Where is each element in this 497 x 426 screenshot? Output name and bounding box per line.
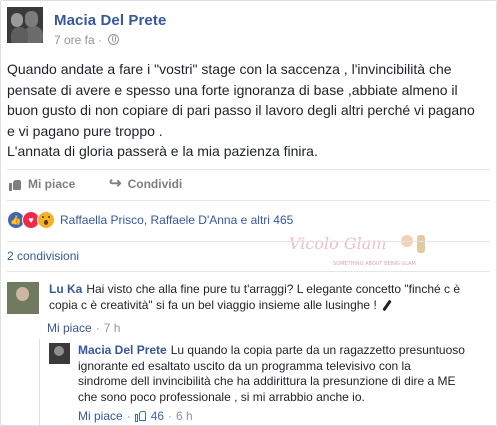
- watermark-text: Vicolo Glam: [289, 234, 386, 253]
- like-button-label: Mi piace: [28, 177, 76, 191]
- commenter-avatar[interactable]: [7, 282, 39, 314]
- reply-text: Lu quando la copia parte da un ragazzett…: [170, 343, 465, 357]
- reply-meta: Mi piace · 46 · 6 h: [78, 409, 193, 423]
- thumbs-up-icon: [9, 178, 22, 191]
- reply-body: Macia Del Prete Lu quando la copia parte …: [78, 343, 493, 405]
- meta-separator: ·: [98, 33, 103, 47]
- comment-text: Hai visto che alla fine pure tu t'arragg…: [86, 282, 461, 296]
- comment-meta: Mi piace · 7 h: [47, 321, 120, 335]
- comment-author[interactable]: Lu Ka: [49, 282, 82, 296]
- reply-text: ignorante ed esaltato uscito da un progr…: [78, 358, 411, 373]
- post-text-line: buon gusto di non copiare di pari passo …: [7, 102, 475, 119]
- like-button[interactable]: Mi piace: [9, 177, 75, 191]
- comment-text: copia c è creatività" si fa un bel viagg…: [49, 297, 377, 312]
- reply-thread-line: [39, 339, 40, 425]
- reply-time[interactable]: 6 h: [176, 409, 193, 423]
- divider: [7, 200, 490, 201]
- post-text-line: Quando andate a fare i "vostri" stage co…: [7, 61, 452, 77]
- divider: [7, 271, 490, 272]
- reply-text: che sono poco professionale , si mi arra…: [78, 389, 365, 404]
- post-time[interactable]: 7 ore fa: [54, 33, 95, 47]
- shares-count[interactable]: 2 condivisioni: [7, 249, 79, 263]
- reactions-names[interactable]: Raffaella Prisco, Raffaele D'Anna e altr…: [60, 213, 293, 227]
- author-avatar[interactable]: [7, 7, 43, 43]
- post-text-line: pensate di avere e spesso una forte igno…: [7, 81, 458, 98]
- facebook-post-card: Macia Del Prete 7 ore fa · Quando andate…: [0, 0, 497, 426]
- comment-time[interactable]: 7 h: [104, 321, 121, 335]
- thumbs-up-icon: [134, 410, 147, 422]
- reply-author-avatar[interactable]: [49, 343, 70, 364]
- post-meta: 7 ore fa ·: [54, 33, 120, 47]
- watermark-figure-icon: [417, 235, 425, 253]
- comment-meta-sep: ·: [95, 321, 100, 335]
- share-button-label: Condividi: [127, 177, 183, 191]
- share-button[interactable]: ↪ Condividi: [109, 175, 183, 192]
- share-arrow-icon: ↪: [109, 175, 122, 192]
- reply-like-link[interactable]: Mi piace: [78, 409, 123, 423]
- vicolo-glam-watermark: Vicolo Glam SOMETHING ABOUT BEING GLAM: [289, 234, 425, 267]
- pencil-icon: [382, 299, 392, 311]
- divider: [7, 169, 490, 170]
- wow-reaction-icon: [37, 211, 55, 229]
- post-text-line: L'annata di gloria passerà e la mia pazi…: [7, 143, 318, 160]
- comment-like-link[interactable]: Mi piace: [47, 321, 92, 335]
- post-body: Quando andate a fare i "vostri" stage co…: [7, 59, 491, 162]
- comment-body: Lu Ka Hai visto che alla fine pure tu t'a…: [49, 282, 489, 313]
- reply-text: sindrome dell invincibilità che ha addir…: [78, 374, 456, 388]
- reply-meta-sep: ·: [126, 409, 131, 423]
- reply-author[interactable]: Macia Del Prete: [78, 343, 167, 357]
- post-author-name[interactable]: Macia Del Prete: [54, 12, 166, 29]
- post-text-line: e vi pagano pure troppo .: [7, 122, 163, 139]
- divider: [7, 241, 490, 242]
- watermark-tagline: SOMETHING ABOUT BEING GLAM: [333, 261, 416, 267]
- globe-icon: [108, 34, 120, 45]
- reply-meta-sep: ·: [168, 409, 173, 423]
- reactions-summary[interactable]: 👍 ♥ Raffaella Prisco, Raffaele D'Anna e …: [7, 211, 293, 229]
- reply-like-count[interactable]: 46: [151, 409, 164, 423]
